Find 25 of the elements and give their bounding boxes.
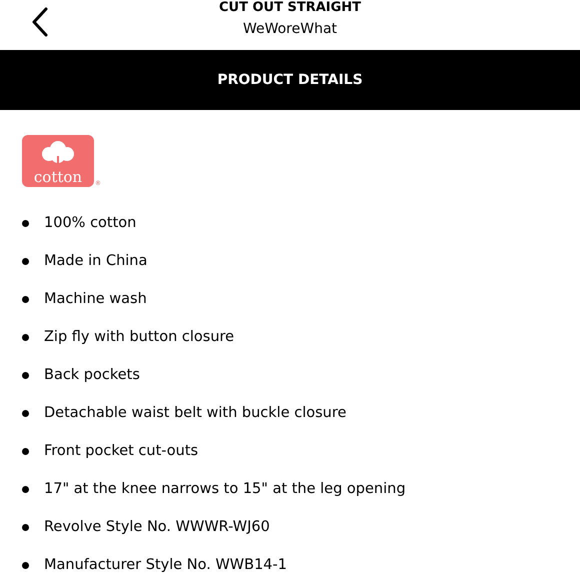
detail-text: Front pocket cut-outs <box>44 444 198 459</box>
section-title: PRODUCT DETAILS <box>217 70 363 90</box>
bullet-icon <box>22 372 29 379</box>
logo-text: cotton <box>34 170 82 185</box>
detail-text: Manufacturer Style No. WWB14-1 <box>44 558 287 573</box>
bullet-icon <box>22 334 29 341</box>
product-title: CUT OUT STRAIGHT <box>218 1 362 14</box>
brand-name: WeWoreWhat <box>242 20 338 39</box>
detail-text: 100% cotton <box>44 216 136 231</box>
detail-text: Made in China <box>44 254 148 269</box>
detail-text: Zip fly with button closure <box>44 330 234 345</box>
bullet-icon <box>22 486 29 493</box>
detail-text: 17" at the knee narrows to 15" at the leg opening <box>44 482 406 497</box>
bullet-icon <box>22 410 29 417</box>
detail-text: Machine wash <box>44 292 147 307</box>
bullet-icon <box>22 220 29 227</box>
detail-text: Detachable waist belt with buckle closure <box>44 406 346 421</box>
bullet-icon <box>22 524 29 531</box>
bullet-icon <box>22 296 29 303</box>
bullet-icon <box>22 448 29 455</box>
detail-text: Revolve Style No. WWWR-WJ60 <box>44 520 270 535</box>
bullet-icon <box>22 258 29 265</box>
back-icon <box>31 6 49 38</box>
detail-text: Back pockets <box>44 368 140 383</box>
bullet-icon <box>22 562 29 569</box>
